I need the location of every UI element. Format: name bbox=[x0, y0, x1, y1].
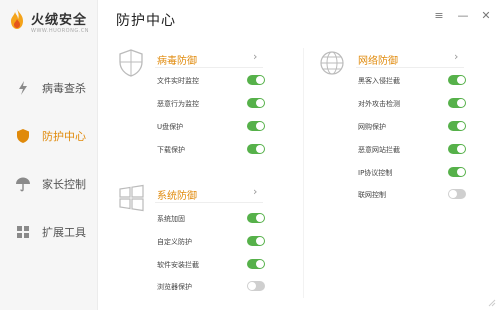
outbound-attack-toggle[interactable] bbox=[448, 98, 466, 108]
toggle-label: 系统加固 bbox=[157, 215, 185, 223]
section-divider bbox=[155, 202, 263, 203]
system-hardening-toggle[interactable] bbox=[247, 213, 265, 223]
sidebar-item-extension-tools[interactable]: 扩展工具 bbox=[0, 212, 98, 252]
section-title: 网络防御 bbox=[358, 56, 398, 67]
network-control-toggle[interactable] bbox=[448, 189, 466, 199]
chevron-right-icon[interactable]: › bbox=[454, 50, 458, 63]
toggle-row: IP协议控制 bbox=[358, 167, 468, 181]
lightning-icon bbox=[19, 81, 27, 95]
toggle-label: 浏览器保护 bbox=[157, 283, 192, 291]
minimize-button[interactable]: — bbox=[455, 8, 471, 22]
sidebar-item-protection-center[interactable]: 防护中心 bbox=[0, 116, 98, 156]
malicious-behavior-toggle[interactable] bbox=[247, 98, 265, 108]
toggle-label: 恶意行为监控 bbox=[157, 100, 199, 108]
close-button[interactable]: ✕ bbox=[478, 8, 494, 22]
toggle-row: 系统加固 bbox=[157, 213, 267, 227]
browser-protection-toggle[interactable] bbox=[247, 281, 265, 291]
toggle-label: 下载保护 bbox=[157, 146, 185, 154]
toggle-label: 黑客入侵拦截 bbox=[358, 77, 400, 85]
toggle-label: U盘保护 bbox=[157, 123, 184, 131]
toggle-label: 软件安装拦截 bbox=[157, 261, 199, 269]
column-divider bbox=[303, 48, 304, 298]
shield-icon bbox=[17, 129, 29, 143]
network-defense-section: 网络防御 › 黑客入侵拦截 对外攻击检测 网购保护 恶意网站拦截 IP协议控制 … bbox=[318, 48, 468, 208]
toggle-row: 黑客入侵拦截 bbox=[358, 75, 468, 89]
toggle-label: 文件实时监控 bbox=[157, 77, 199, 85]
toggle-row: 对外攻击检测 bbox=[358, 98, 468, 112]
virus-defense-section: 病毒防御 › 文件实时监控 恶意行为监控 U盘保护 下载保护 bbox=[117, 48, 267, 158]
toggle-row: 软件安装拦截 bbox=[157, 259, 267, 273]
toggle-row: 网购保护 bbox=[358, 121, 468, 135]
toggle-row: 恶意网站拦截 bbox=[358, 144, 468, 158]
toggle-row: 恶意行为监控 bbox=[157, 98, 267, 112]
toggle-row: 文件实时监控 bbox=[157, 75, 267, 89]
sidebar-item-label: 家长控制 bbox=[42, 178, 86, 191]
usb-protection-toggle[interactable] bbox=[247, 121, 265, 131]
hacker-intrusion-toggle[interactable] bbox=[448, 75, 466, 85]
chevron-right-icon[interactable]: › bbox=[253, 50, 257, 63]
app-tagline: WWW.HUORONG.CN bbox=[31, 28, 90, 34]
toggle-label: 网购保护 bbox=[358, 123, 386, 131]
section-divider bbox=[155, 67, 263, 68]
section-title: 病毒防御 bbox=[157, 56, 197, 67]
file-monitor-toggle[interactable] bbox=[247, 75, 265, 85]
toggle-row: 浏览器保护 bbox=[157, 281, 267, 295]
section-title: 系统防御 bbox=[157, 191, 197, 202]
grid-icon bbox=[17, 226, 29, 238]
section-divider bbox=[356, 67, 464, 68]
sidebar-item-label: 扩展工具 bbox=[42, 226, 86, 239]
sidebar-item-label: 病毒查杀 bbox=[42, 82, 86, 95]
toggle-row: 联网控制 bbox=[358, 189, 468, 203]
windows-icon bbox=[119, 184, 144, 212]
toggle-row: 自定义防护 bbox=[157, 236, 267, 250]
page-title: 防护中心 bbox=[116, 13, 176, 29]
toggle-label: 联网控制 bbox=[358, 191, 386, 199]
sidebar-item-parental-control[interactable]: 家长控制 bbox=[0, 164, 98, 204]
custom-protection-toggle[interactable] bbox=[247, 236, 265, 246]
globe-icon bbox=[320, 51, 344, 75]
shopping-protection-toggle[interactable] bbox=[448, 121, 466, 131]
toggle-label: IP协议控制 bbox=[358, 169, 393, 177]
shield-outline-icon bbox=[119, 49, 143, 77]
umbrella-icon bbox=[16, 177, 30, 192]
software-install-block-toggle[interactable] bbox=[247, 259, 265, 269]
ip-protocol-toggle[interactable] bbox=[448, 167, 466, 177]
app-name: 火绒安全 bbox=[31, 13, 88, 28]
app-logo: 火绒安全 WWW.HUORONG.CN bbox=[7, 6, 95, 40]
malicious-site-toggle[interactable] bbox=[448, 144, 466, 154]
flame-logo-icon bbox=[11, 9, 23, 29]
toggle-row: 下载保护 bbox=[157, 144, 267, 158]
chevron-right-icon[interactable]: › bbox=[253, 185, 257, 198]
menu-button[interactable]: ≡ bbox=[431, 8, 447, 22]
toggle-label: 自定义防护 bbox=[157, 238, 192, 246]
toggle-row: U盘保护 bbox=[157, 121, 267, 135]
resize-grip-icon[interactable] bbox=[488, 299, 496, 307]
sidebar: 火绒安全 WWW.HUORONG.CN 病毒查杀 防护中心 家长控制 扩展工具 bbox=[0, 0, 98, 310]
system-defense-section: 系统防御 › 系统加固 自定义防护 软件安装拦截 浏览器保护 bbox=[117, 183, 267, 293]
toggle-label: 恶意网站拦截 bbox=[358, 146, 400, 154]
download-protection-toggle[interactable] bbox=[247, 144, 265, 154]
sidebar-item-virus-scan[interactable]: 病毒查杀 bbox=[0, 68, 98, 108]
toggle-label: 对外攻击检测 bbox=[358, 100, 400, 108]
sidebar-item-label: 防护中心 bbox=[42, 130, 86, 143]
